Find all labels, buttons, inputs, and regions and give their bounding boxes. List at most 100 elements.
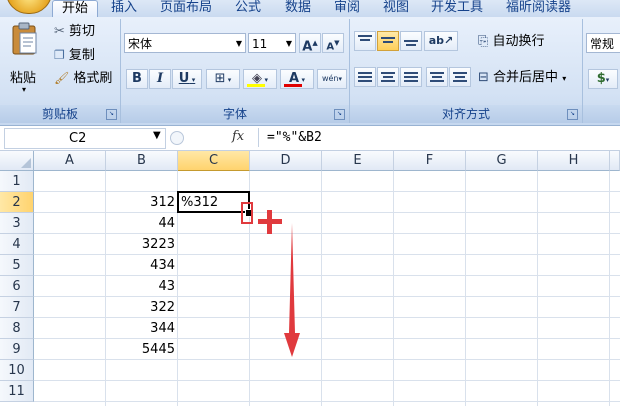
- select-all-corner[interactable]: [0, 151, 34, 171]
- row-header-1[interactable]: 1: [0, 171, 34, 192]
- office-button[interactable]: [6, 0, 52, 14]
- font-group-label: 字体: [121, 105, 349, 123]
- formula-bar-splitter-icon[interactable]: [170, 131, 184, 145]
- tab-foxit-reader[interactable]: 福昕阅读器: [497, 0, 580, 17]
- crosshair-plus-icon: [258, 210, 282, 234]
- tab-developer[interactable]: 开发工具: [422, 0, 492, 17]
- copy-icon: ❐: [54, 48, 65, 62]
- paintbrush-icon: 🖌: [54, 71, 70, 85]
- paste-label: 粘贴: [10, 71, 37, 86]
- column-header-b[interactable]: B: [106, 151, 178, 171]
- column-header-h[interactable]: H: [538, 151, 610, 171]
- orientation-icon: ab↗: [428, 34, 454, 47]
- tab-review[interactable]: 审阅: [325, 0, 369, 17]
- row-header-2[interactable]: 2: [0, 192, 34, 213]
- chevron-down-icon: ▾: [22, 85, 27, 94]
- cut-button[interactable]: ✂ 剪切: [54, 21, 114, 43]
- alignment-group-title: 对齐方式: [441, 107, 490, 121]
- phonetic-guide-button[interactable]: wén▾: [317, 69, 347, 89]
- italic-button[interactable]: I: [149, 69, 171, 89]
- cell-b2[interactable]: 312: [105, 192, 175, 213]
- underline-button[interactable]: U ▾: [172, 69, 202, 89]
- tab-home[interactable]: 开始: [52, 0, 99, 18]
- paste-button[interactable]: 粘贴 ▾: [4, 21, 48, 99]
- fill-handle-highlight-box: [241, 202, 253, 224]
- clipboard-dialog-launcher-icon[interactable]: ↘: [106, 109, 117, 120]
- wrap-text-button[interactable]: ⎘ 自动换行: [478, 31, 578, 53]
- decrease-indent-button[interactable]: [426, 67, 448, 87]
- borders-button[interactable]: ⊞ ▾: [206, 69, 240, 89]
- shrink-font-button[interactable]: A▼: [322, 33, 344, 53]
- tab-insert[interactable]: 插入: [102, 0, 146, 17]
- align-center-button[interactable]: [377, 67, 399, 87]
- ribbon: 粘贴 ▾ ✂ 剪切 ❐ 复制 🖌 格式刷 剪贴板 ↘ 宋体 ▼ 11 ▼ A▲ …: [0, 17, 620, 126]
- column-header-f[interactable]: F: [394, 151, 466, 171]
- chevron-down-icon: ▼: [153, 130, 161, 141]
- insert-function-button[interactable]: fx: [232, 129, 244, 144]
- cell-b5[interactable]: 434: [105, 255, 175, 276]
- cell-b4[interactable]: 3223: [105, 234, 175, 255]
- merge-center-button[interactable]: ⊟ 合并后居中 ▾: [478, 67, 582, 89]
- tab-formulas[interactable]: 公式: [226, 0, 270, 17]
- cell-b6[interactable]: 43: [105, 276, 175, 297]
- column-header-c[interactable]: C: [178, 151, 250, 171]
- copy-button[interactable]: ❐ 复制: [54, 44, 114, 66]
- cut-label: 剪切: [69, 24, 96, 39]
- row-header-8[interactable]: 8: [0, 318, 34, 339]
- align-top-button[interactable]: [354, 31, 376, 51]
- column-header-a[interactable]: A: [34, 151, 106, 171]
- worksheet-grid[interactable]: A B C D E F G H 1 2 3 4 5 6 7 8 9 10 11 …: [0, 151, 620, 406]
- format-painter-button[interactable]: 🖌 格式刷: [54, 67, 116, 89]
- column-header-i[interactable]: [610, 151, 620, 171]
- cell-c2-value: %312: [181, 195, 219, 210]
- align-right-button[interactable]: [400, 67, 422, 87]
- increase-indent-icon: [453, 72, 467, 74]
- alignment-dialog-launcher-icon[interactable]: ↘: [567, 109, 578, 120]
- increase-indent-button[interactable]: [449, 67, 471, 87]
- tab-data[interactable]: 数据: [276, 0, 320, 17]
- number-format-input[interactable]: 常规: [586, 33, 620, 53]
- column-header-g[interactable]: G: [466, 151, 538, 171]
- tab-page-layout[interactable]: 页面布局: [151, 0, 221, 17]
- font-size-value: 11: [252, 37, 268, 51]
- row-header-4[interactable]: 4: [0, 234, 34, 255]
- row-header-3[interactable]: 3: [0, 213, 34, 234]
- orientation-button[interactable]: ab↗: [424, 31, 458, 51]
- column-header-e[interactable]: E: [322, 151, 394, 171]
- align-left-icon: [358, 72, 372, 74]
- fill-color-swatch: [247, 84, 265, 87]
- cell-b8[interactable]: 344: [105, 318, 175, 339]
- row-header-11[interactable]: 11: [0, 381, 34, 402]
- active-cell-c2[interactable]: %312: [177, 191, 250, 213]
- align-middle-button[interactable]: [377, 31, 399, 51]
- font-name-input[interactable]: 宋体 ▼: [124, 33, 246, 53]
- row-header-9[interactable]: 9: [0, 339, 34, 360]
- fill-color-button[interactable]: ◈ ▾: [243, 69, 277, 89]
- bold-button[interactable]: B: [126, 69, 148, 89]
- fx-icon: fx: [232, 129, 245, 144]
- font-size-input[interactable]: 11 ▼: [248, 33, 296, 53]
- row-header-6[interactable]: 6: [0, 276, 34, 297]
- font-dialog-launcher-icon[interactable]: ↘: [334, 109, 345, 120]
- cell-b7[interactable]: 322: [105, 297, 175, 318]
- align-left-button[interactable]: [354, 67, 376, 87]
- align-bottom-button[interactable]: [400, 31, 422, 51]
- align-center-icon: [381, 72, 395, 74]
- gridline: [321, 171, 322, 406]
- cell-b9[interactable]: 5445: [105, 339, 175, 360]
- tab-view[interactable]: 视图: [374, 0, 418, 17]
- row-header-5[interactable]: 5: [0, 255, 34, 276]
- row-header-10[interactable]: 10: [0, 360, 34, 381]
- gridline: [393, 171, 394, 406]
- formula-input[interactable]: ="%"&B2: [258, 128, 620, 147]
- cell-b3[interactable]: 44: [105, 213, 175, 234]
- grow-font-button[interactable]: A▲: [299, 33, 321, 54]
- merge-center-icon: ⊟: [478, 70, 489, 85]
- name-box[interactable]: C2 ▼: [4, 128, 166, 149]
- column-header-d[interactable]: D: [250, 151, 322, 171]
- row-header-7[interactable]: 7: [0, 297, 34, 318]
- ribbon-tab-bar: 开始 插入 页面布局 公式 数据 审阅 视图 开发工具 福昕阅读器: [0, 0, 620, 18]
- font-color-button[interactable]: A ▾: [280, 69, 314, 89]
- decrease-indent-icon: [430, 72, 444, 74]
- accounting-format-button[interactable]: $▾: [588, 69, 618, 89]
